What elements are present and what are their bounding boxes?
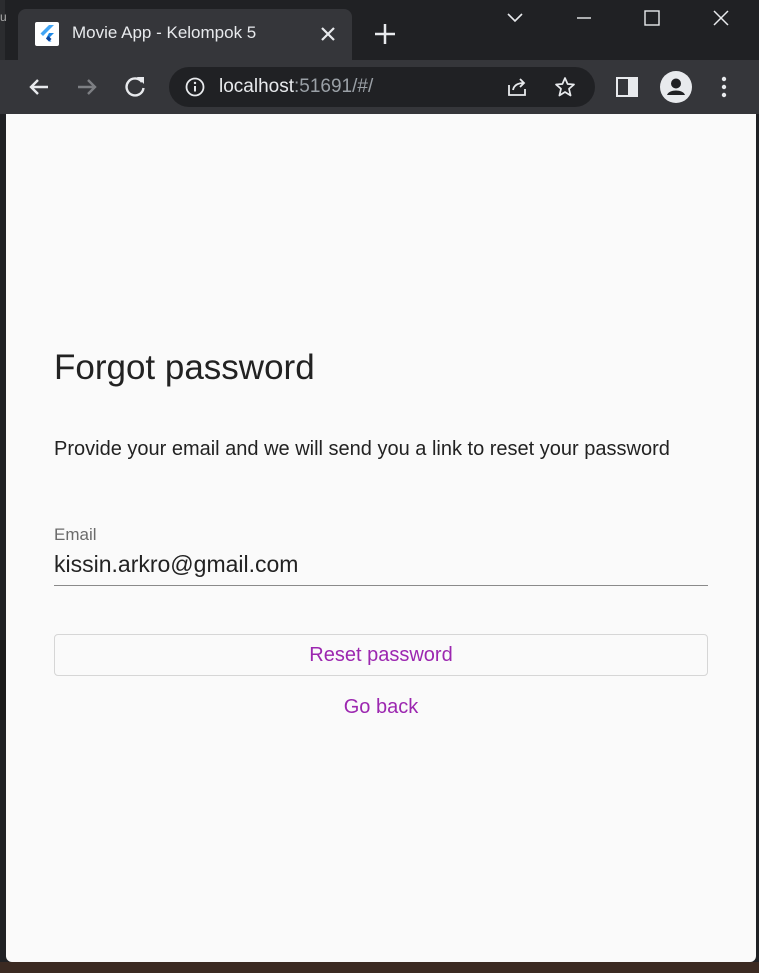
tab-search-chevron-down-icon[interactable] — [503, 6, 527, 30]
bookmark-star-icon[interactable] — [553, 75, 577, 99]
reset-password-button[interactable]: Reset password — [54, 634, 708, 676]
profile-avatar-icon[interactable] — [660, 71, 692, 103]
go-back-link[interactable]: Go back — [54, 696, 708, 719]
site-info-icon[interactable] — [184, 76, 206, 98]
tab-title: Movie App - Kelompok 5 — [72, 23, 257, 42]
new-tab-plus-icon[interactable] — [372, 21, 398, 47]
url-host: localhost — [219, 76, 294, 97]
email-field-label: Email — [54, 525, 97, 544]
browser-window: u Movie App - Kelompok 5 localhost:51691… — [0, 0, 759, 973]
desktop-taskbar-edge — [0, 962, 759, 973]
email-field[interactable] — [54, 544, 708, 586]
browser-toolbar: localhost:51691/#/ — [0, 60, 759, 114]
page-description: Provide your email and we will send you … — [54, 438, 670, 460]
side-panel-icon[interactable] — [613, 73, 641, 101]
tab-movie-app[interactable]: Movie App - Kelompok 5 — [18, 9, 352, 60]
minimize-icon[interactable] — [572, 6, 596, 30]
adjacent-window-edge: u — [0, 0, 7, 60]
tab-strip: u Movie App - Kelompok 5 — [0, 0, 759, 60]
adjacent-window-char: u — [0, 10, 7, 24]
page-content: Forgot password Provide your email and w… — [6, 114, 756, 962]
more-menu-icon[interactable] — [710, 73, 738, 101]
share-icon[interactable] — [505, 75, 529, 99]
page-title: Forgot password — [54, 348, 315, 387]
tab-close-icon[interactable] — [316, 22, 340, 46]
url-path: :51691/#/ — [294, 76, 374, 97]
back-arrow-icon[interactable] — [25, 73, 53, 101]
maximize-icon[interactable] — [640, 6, 664, 30]
forward-arrow-icon[interactable] — [73, 73, 101, 101]
close-window-icon[interactable] — [709, 6, 733, 30]
address-url: localhost:51691/#/ — [219, 76, 373, 98]
address-bar[interactable]: localhost:51691/#/ — [169, 67, 595, 107]
reload-icon[interactable] — [121, 73, 149, 101]
flutter-favicon-icon — [35, 22, 59, 46]
